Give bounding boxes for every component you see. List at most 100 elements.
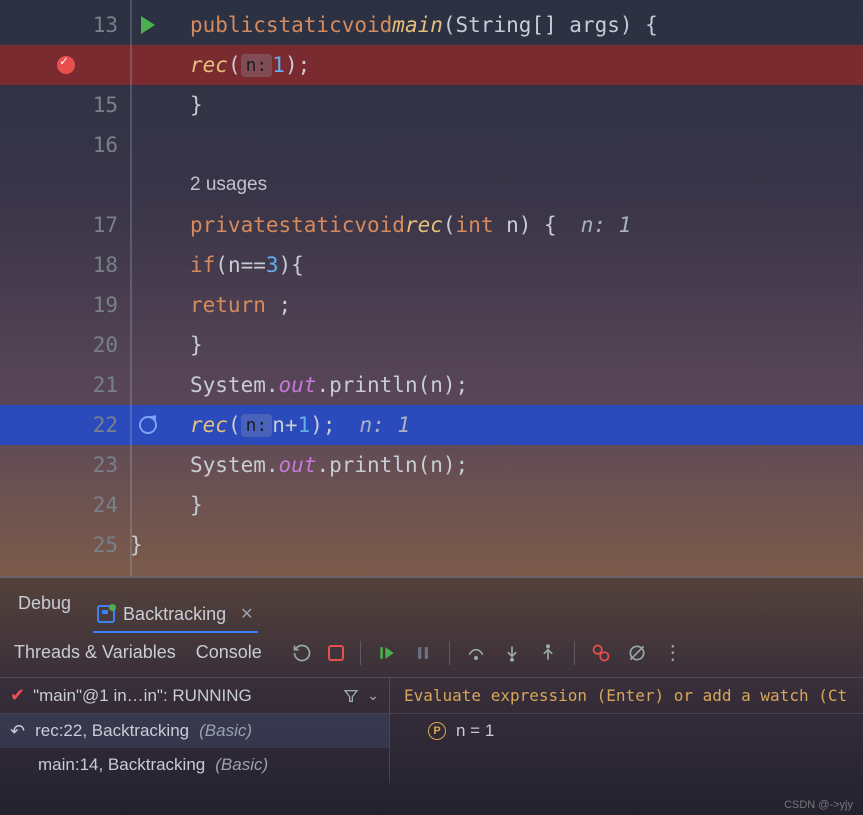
kw: public (190, 13, 266, 37)
line-number: 21 (93, 373, 118, 397)
kw: int (456, 213, 494, 237)
fn: main (392, 13, 443, 37)
console-tab[interactable]: Console (196, 642, 262, 663)
view-breakpoints-icon[interactable] (591, 643, 611, 663)
debug-tabs: Debug Backtracking ✕ (0, 578, 863, 628)
code-area[interactable]: public static void main(String[] args) {… (130, 0, 863, 576)
debug-inline-value: n: 1 (557, 213, 632, 237)
line-number: 18 (93, 253, 118, 277)
kw: void (342, 13, 393, 37)
num: 1 (272, 53, 285, 77)
frames-variables-split: ✔ "main"@1 in…in": RUNNING ⌄ ↶ rec:22, B… (0, 678, 863, 783)
code-text: .println(n); (316, 453, 468, 477)
code-text: } (190, 333, 203, 357)
frame-package: (Basic) (215, 755, 268, 775)
watermark: CSDN @->yjy (784, 799, 853, 811)
thread-label: "main"@1 in…in": RUNNING (33, 686, 252, 706)
more-icon[interactable]: ⋮ (663, 640, 683, 665)
code-text: ); (285, 53, 310, 77)
kw: if (190, 253, 215, 277)
stop-icon[interactable] (328, 645, 344, 661)
debug-tab[interactable]: Debug (14, 587, 75, 620)
kw: static (266, 13, 342, 37)
code-text: ( (228, 53, 241, 77)
field: out (279, 453, 317, 477)
check-icon: ✔ (10, 685, 25, 706)
kw: return (190, 293, 266, 317)
code-text: (n== (215, 253, 266, 277)
line-number: 22 (93, 413, 118, 437)
inlay-hint: n: (241, 54, 273, 77)
mute-breakpoints-icon[interactable] (627, 643, 647, 663)
line-number: 16 (93, 133, 118, 157)
code-text: .println(n); (316, 373, 468, 397)
fn: rec (405, 213, 443, 237)
close-icon[interactable]: ✕ (240, 604, 253, 624)
resume-icon[interactable] (377, 643, 397, 663)
run-config-name: Backtracking (123, 604, 226, 625)
debug-panel: Debug Backtracking ✕ Threads & Variables… (0, 576, 863, 815)
rerun-icon[interactable] (292, 643, 312, 663)
line-number: 15 (93, 93, 118, 117)
num: 3 (266, 253, 279, 277)
debug-inline-value: n: 1 (336, 413, 411, 437)
kw: private (190, 213, 279, 237)
line-number: 25 (93, 533, 118, 557)
frame-package: (Basic) (199, 721, 252, 741)
code-text: System. (190, 453, 279, 477)
run-config-tab[interactable]: Backtracking ✕ (93, 598, 257, 633)
divider (449, 641, 450, 665)
code-editor[interactable]: 13 15 16 17 18 19 20 21 22 23 24 25 publ… (0, 0, 863, 576)
kw: void (354, 213, 405, 237)
divider (574, 641, 575, 665)
eval-placeholder: Evaluate expression (Enter) or add a wat… (404, 686, 847, 705)
code-text: (String[] args) { (443, 13, 658, 37)
code-text: } (190, 93, 203, 117)
code-text: ){ (279, 253, 304, 277)
stack-frame[interactable]: ↶ rec:22, Backtracking (Basic) (0, 714, 389, 748)
field: out (279, 373, 317, 397)
frames-pane[interactable]: ✔ "main"@1 in…in": RUNNING ⌄ ↶ rec:22, B… (0, 678, 390, 783)
evaluate-expression-input[interactable]: Evaluate expression (Enter) or add a wat… (390, 678, 863, 714)
code-text: ( (228, 413, 241, 437)
code-text: n) { (493, 213, 556, 237)
fn: rec (190, 53, 228, 77)
app-icon (97, 605, 115, 623)
code-text: ( (443, 213, 456, 237)
code-text: ); (310, 413, 335, 437)
step-into-icon[interactable] (502, 643, 522, 663)
line-number: 13 (93, 13, 118, 37)
usages-hint[interactable]: 2 usages (190, 174, 267, 196)
code-text: System. (190, 373, 279, 397)
primitive-badge-icon: P (428, 722, 446, 740)
fn: rec (190, 413, 228, 437)
frame-method: main:14, Backtracking (38, 755, 205, 775)
breakpoint-icon[interactable] (57, 56, 75, 74)
stack-frame[interactable]: main:14, Backtracking (Basic) (0, 748, 389, 782)
drop-frame-icon[interactable]: ↶ (10, 721, 25, 742)
frame-method: rec:22, Backtracking (35, 721, 189, 741)
step-over-icon[interactable] (466, 643, 486, 663)
threads-variables-tab[interactable]: Threads & Variables (14, 642, 176, 663)
step-out-icon[interactable] (538, 643, 558, 663)
variable-value: n = 1 (456, 721, 494, 741)
code-text: } (190, 493, 203, 517)
debug-toolbar: Threads & Variables Console ⋮ (0, 628, 863, 678)
editor-gutter[interactable]: 13 15 16 17 18 19 20 21 22 23 24 25 (0, 0, 130, 576)
code-text: } (130, 533, 143, 557)
inlay-hint: n: (241, 414, 273, 437)
line-number: 23 (93, 453, 118, 477)
kw: static (279, 213, 355, 237)
code-text: ; (266, 293, 291, 317)
line-number: 19 (93, 293, 118, 317)
variables-pane[interactable]: Evaluate expression (Enter) or add a wat… (390, 678, 863, 783)
variable-row[interactable]: P n = 1 (390, 714, 863, 748)
thread-selector[interactable]: ✔ "main"@1 in…in": RUNNING ⌄ (0, 678, 389, 714)
num: 1 (298, 413, 311, 437)
line-number: 20 (93, 333, 118, 357)
pause-icon[interactable] (413, 643, 433, 663)
divider (360, 641, 361, 665)
chevron-down-icon[interactable]: ⌄ (367, 687, 379, 704)
filter-icon[interactable] (343, 688, 359, 704)
line-number: 24 (93, 493, 118, 517)
